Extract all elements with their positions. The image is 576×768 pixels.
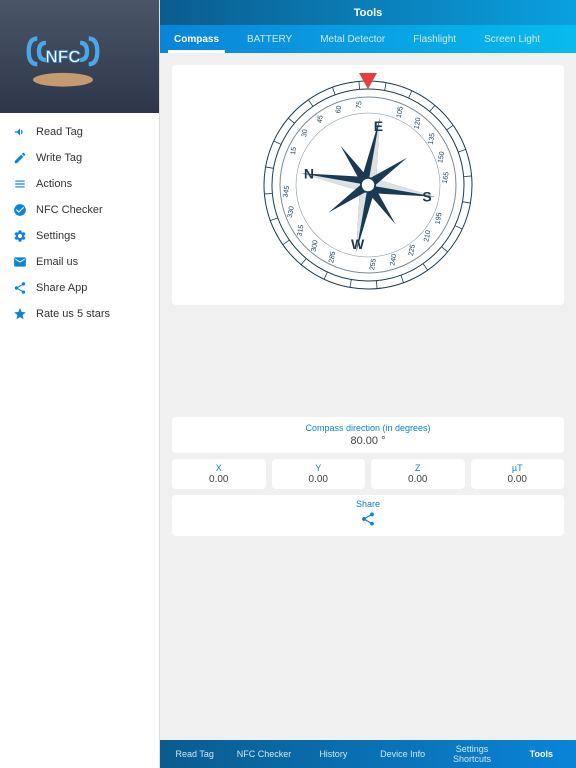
bottom-nfc-checker[interactable]: NFC Checker xyxy=(229,749,298,759)
tabs: Compass BATTERY Metal Detector Flashligh… xyxy=(160,25,576,53)
svg-text:S: S xyxy=(422,188,431,204)
sidebar: NFC Read Tag Write Tag Actions NFC Check… xyxy=(0,0,160,768)
reading-z: Z0.00 xyxy=(371,459,465,489)
sidebar-header: NFC xyxy=(0,0,159,113)
svg-text:45: 45 xyxy=(317,115,325,124)
reading-y: Y0.00 xyxy=(272,459,366,489)
bottom-device-info[interactable]: Device Info xyxy=(368,749,437,759)
sidebar-item-label: Read Tag xyxy=(36,126,83,138)
main: Tools Compass BATTERY Metal Detector Fla… xyxy=(160,0,576,768)
compass-face: 1530456075105120135150165195210225240255… xyxy=(258,75,478,295)
tab-compass[interactable]: Compass xyxy=(160,25,233,53)
share-icon xyxy=(12,280,28,296)
direction-value: 80.00 ° xyxy=(178,435,558,447)
sidebar-item-actions[interactable]: Actions xyxy=(0,171,159,197)
sidebar-item-write-tag[interactable]: Write Tag xyxy=(0,145,159,171)
sidebar-item-settings[interactable]: Settings xyxy=(0,223,159,249)
reading-x: X0.00 xyxy=(172,459,266,489)
sidebar-item-read-tag[interactable]: Read Tag xyxy=(0,119,159,145)
svg-text:N: N xyxy=(304,166,314,182)
svg-text:75: 75 xyxy=(355,101,363,110)
list-icon xyxy=(12,176,28,192)
sidebar-item-nfc-checker[interactable]: NFC Checker xyxy=(0,197,159,223)
tab-battery[interactable]: BATTERY xyxy=(233,25,306,53)
svg-text:W: W xyxy=(351,236,365,252)
megaphone-icon xyxy=(12,124,28,140)
tab-flashlight[interactable]: Flashlight xyxy=(399,25,470,53)
reading-ut: µT0.00 xyxy=(471,459,565,489)
sidebar-item-label: Settings xyxy=(36,230,76,242)
readings-row: X0.00 Y0.00 Z0.00 µT0.00 xyxy=(172,459,564,489)
page-header: Tools xyxy=(160,0,576,25)
compass-card: 1530456075105120135150165195210225240255… xyxy=(172,65,564,305)
bottom-read-tag[interactable]: Read Tag xyxy=(160,749,229,759)
svg-text:30: 30 xyxy=(301,129,309,138)
page-title: Tools xyxy=(354,7,383,19)
svg-text:E: E xyxy=(374,118,383,134)
sidebar-item-label: Actions xyxy=(36,178,72,190)
nfc-logo: NFC xyxy=(18,30,108,90)
check-icon xyxy=(12,202,28,218)
bottom-history[interactable]: History xyxy=(299,749,368,759)
sidebar-item-label: Rate us 5 stars xyxy=(36,308,110,320)
svg-text:60: 60 xyxy=(335,105,343,114)
sidebar-item-email-us[interactable]: Email us xyxy=(0,249,159,275)
tab-metal-detector[interactable]: Metal Detector xyxy=(306,25,399,53)
star-icon xyxy=(12,306,28,322)
tab-screen-light[interactable]: Screen Light xyxy=(470,25,554,53)
direction-label: Compass direction (in degrees) xyxy=(178,423,558,433)
share-icon xyxy=(176,511,560,532)
sidebar-items: Read Tag Write Tag Actions NFC Checker S… xyxy=(0,113,159,333)
sidebar-item-label: Write Tag xyxy=(36,152,82,164)
svg-text:15: 15 xyxy=(290,146,298,155)
sidebar-item-label: NFC Checker xyxy=(36,204,103,216)
sidebar-item-rate-us[interactable]: Rate us 5 stars xyxy=(0,301,159,327)
mail-icon xyxy=(12,254,28,270)
bottom-nav: Read Tag NFC Checker History Device Info… xyxy=(160,740,576,768)
sidebar-item-share-app[interactable]: Share App xyxy=(0,275,159,301)
direction-card: Compass direction (in degrees) 80.00 ° xyxy=(172,417,564,453)
gear-icon xyxy=(12,228,28,244)
write-icon xyxy=(12,150,28,166)
content: 1530456075105120135150165195210225240255… xyxy=(160,53,576,740)
sidebar-item-label: Share App xyxy=(36,282,87,294)
share-card[interactable]: Share xyxy=(172,495,564,536)
sidebar-item-label: Email us xyxy=(36,256,78,268)
compass-pointer-icon xyxy=(359,73,377,89)
compass-widget: 1530456075105120135150165195210225240255… xyxy=(258,75,478,295)
share-label: Share xyxy=(176,499,560,509)
svg-text:NFC: NFC xyxy=(45,47,80,67)
bottom-settings-shortcuts[interactable]: Settings Shortcuts xyxy=(437,744,506,764)
bottom-tools[interactable]: Tools xyxy=(507,749,576,759)
